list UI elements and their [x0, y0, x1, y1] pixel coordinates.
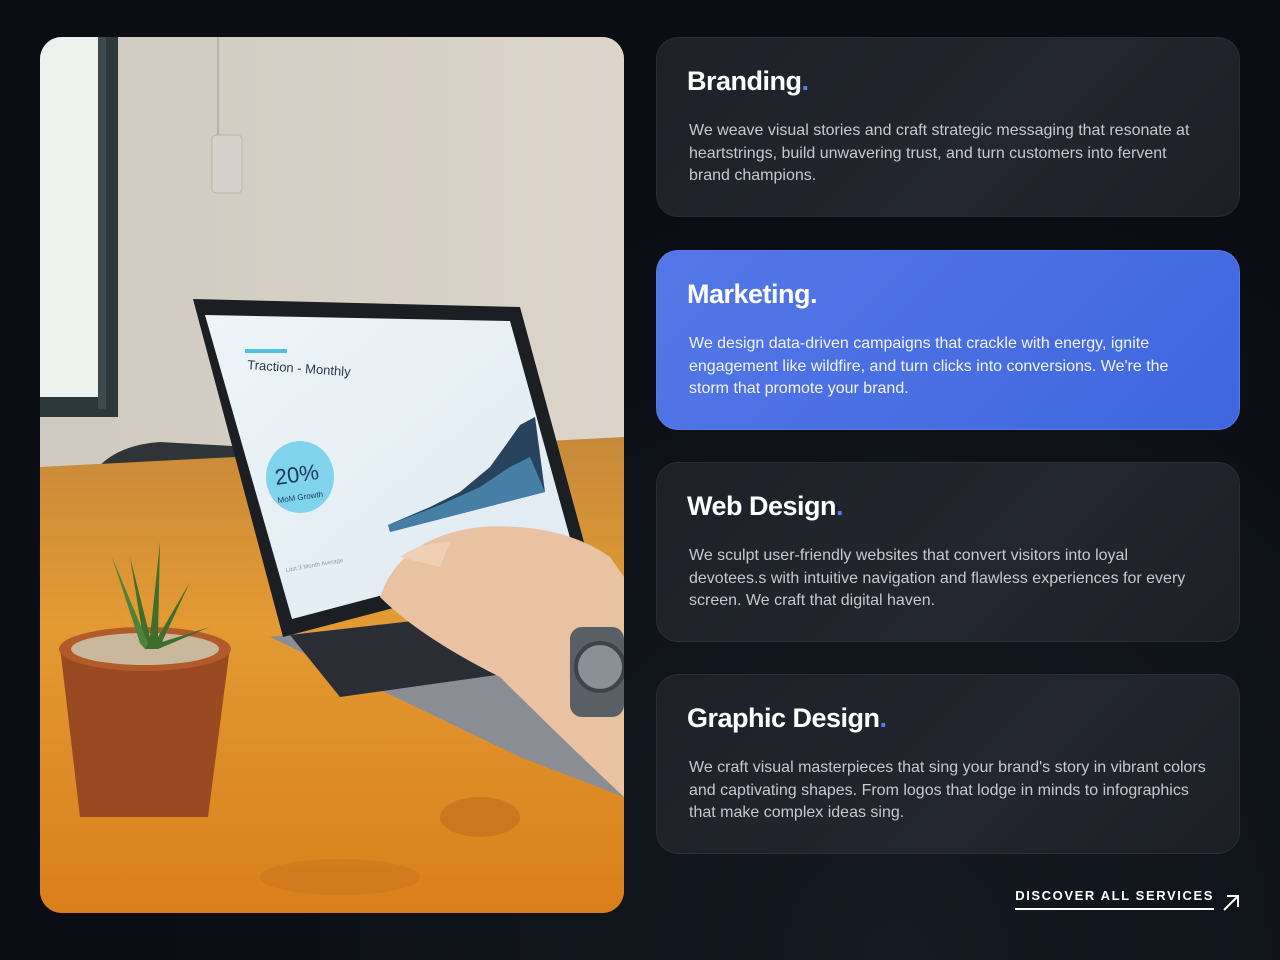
card-title-graphic-design: Graphic Design. [687, 703, 887, 733]
discover-all-services-label: DISCOVER ALL SERVICES [1015, 888, 1214, 910]
card-description-graphic-design: We craft visual masterpieces that sing y… [689, 759, 1206, 821]
card-description-branding: We weave visual stories and craft strate… [689, 122, 1190, 184]
laptop-scene-illustration: Traction - Monthly 20% MoM Growth Last 3… [40, 37, 624, 913]
discover-all-services-link[interactable]: DISCOVER ALL SERVICES [1015, 888, 1240, 912]
card-description-web-design: We sculpt user-friendly websites that co… [689, 547, 1186, 609]
card-title-web-design: Web Design. [687, 491, 844, 521]
card-title-branding: Branding. [687, 66, 809, 96]
card-title-marketing: Marketing. [687, 279, 818, 309]
service-card-web-design[interactable]: Web Design. We sculpt user-friendly webs… [656, 462, 1240, 642]
arrow-up-right-icon [1223, 895, 1239, 911]
card-description-marketing: We design data-driven campaigns that cra… [689, 335, 1169, 397]
service-card-marketing[interactable]: Marketing. We design data-driven campaig… [656, 250, 1240, 430]
service-card-branding[interactable]: Branding. We weave visual stories and cr… [656, 37, 1240, 217]
service-card-graphic-design[interactable]: Graphic Design. We craft visual masterpi… [656, 674, 1240, 854]
hero-photo: Traction - Monthly 20% MoM Growth Last 3… [40, 37, 624, 913]
services-section: Traction - Monthly 20% MoM Growth Last 3… [0, 0, 1280, 960]
